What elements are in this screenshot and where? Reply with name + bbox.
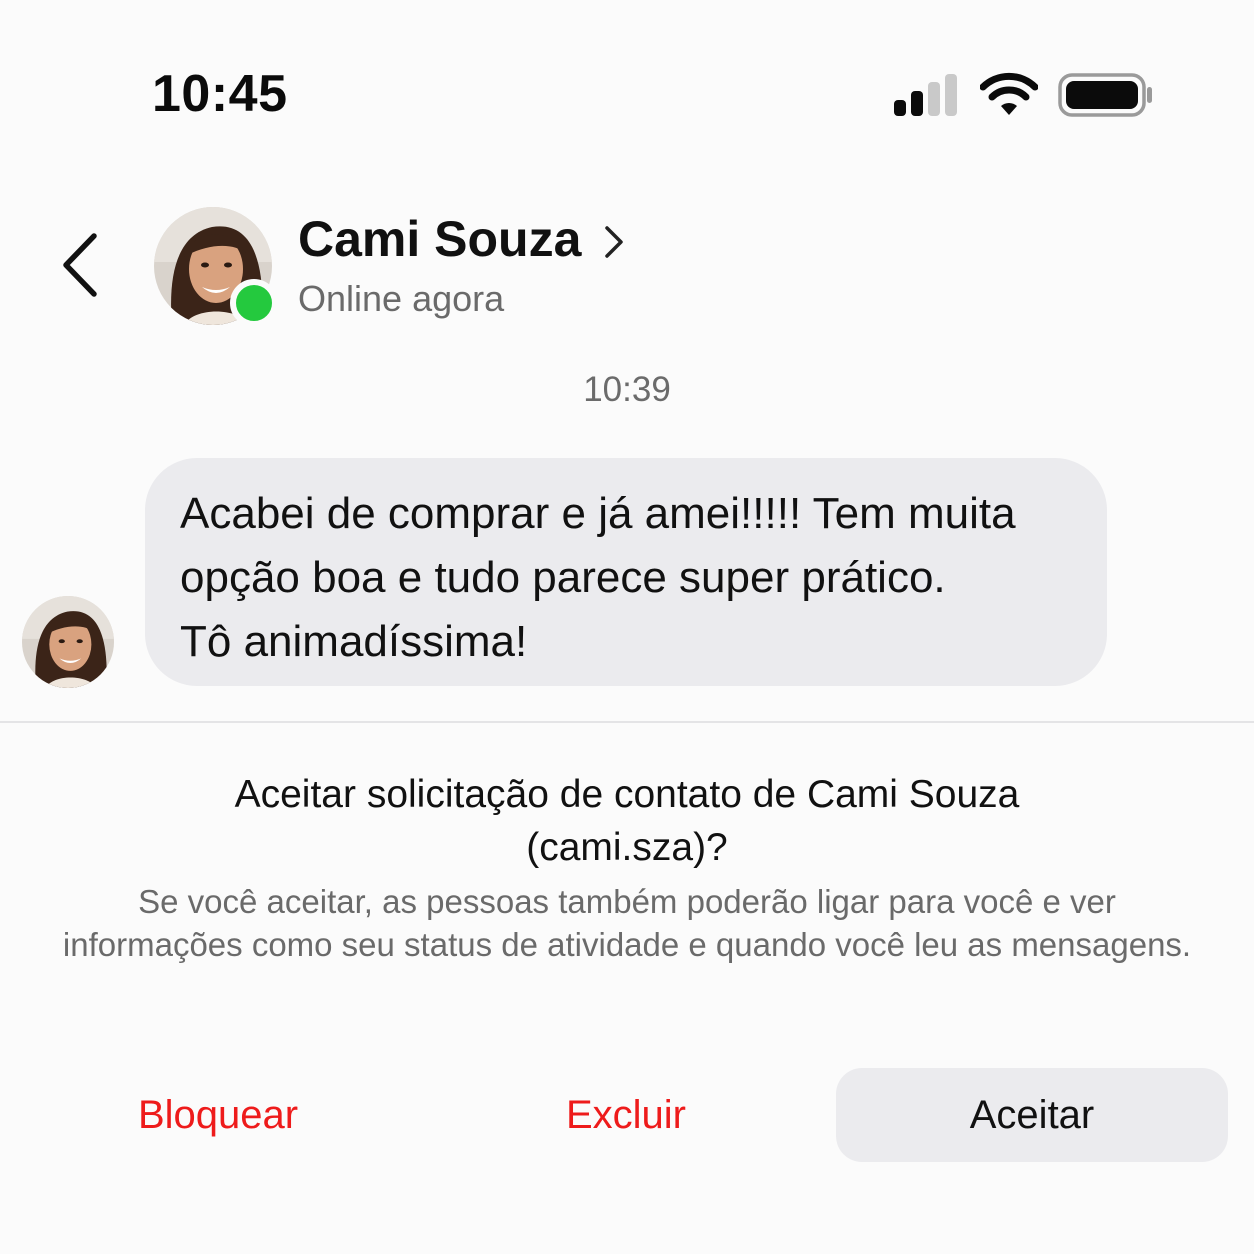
request-title: Aceitar solicitação de contato de Cami S… xyxy=(234,773,1020,869)
divider xyxy=(0,721,1254,723)
online-status-indicator xyxy=(230,279,278,327)
battery-icon xyxy=(1058,73,1152,117)
message-timestamp: 10:39 xyxy=(583,370,671,409)
contact-online-status: Online agora xyxy=(298,278,505,319)
sender-avatar[interactable] xyxy=(22,596,114,688)
status-time: 10:45 xyxy=(152,65,288,123)
message-text: Acabei de comprar e já amei!!!!! Tem mui… xyxy=(180,489,1016,666)
request-description: Se você aceitar, as pessoas também poder… xyxy=(62,883,1192,963)
block-button[interactable]: Bloquear xyxy=(60,1068,376,1162)
delete-button[interactable]: Excluir xyxy=(468,1068,784,1162)
back-arrow-icon[interactable] xyxy=(56,230,106,300)
cellular-signal-icon xyxy=(894,74,957,116)
accept-button[interactable]: Aceitar xyxy=(836,1068,1228,1162)
message-bubble[interactable]: Acabei de comprar e já amei!!!!! Tem mui… xyxy=(145,458,1107,686)
wifi-icon xyxy=(980,72,1038,115)
chevron-right-icon[interactable] xyxy=(600,222,628,262)
contact-name[interactable]: Cami Souza xyxy=(298,210,581,268)
